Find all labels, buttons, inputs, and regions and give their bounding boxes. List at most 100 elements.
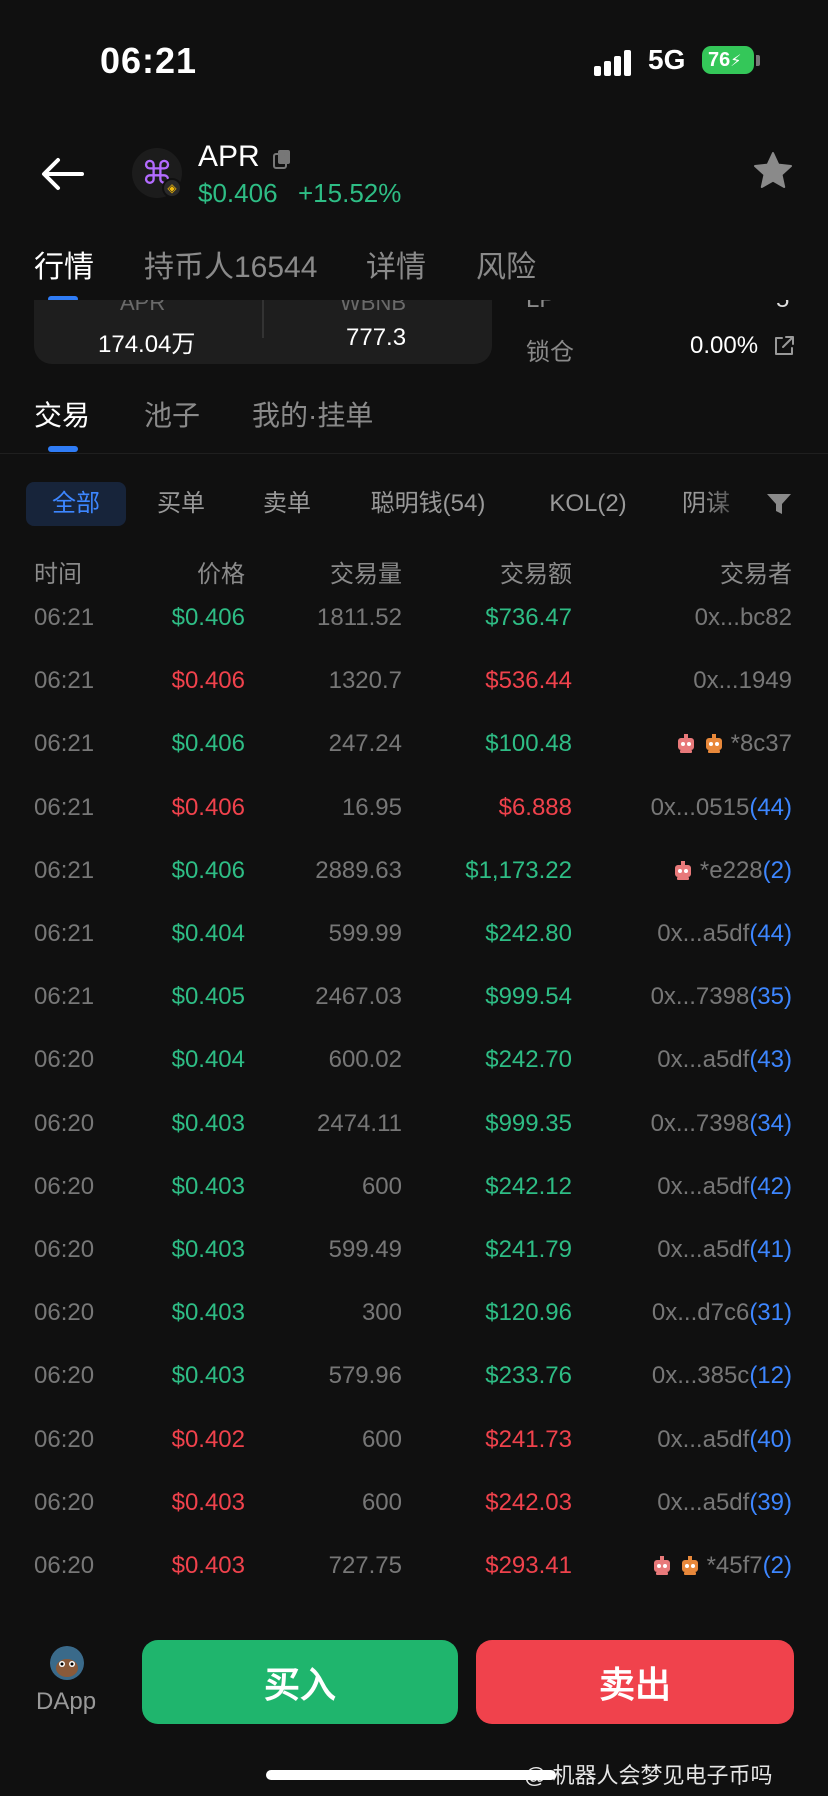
table-row[interactable]: 06:21 $0.406 1320.7 $536.44 0x...1949 [0,655,828,718]
table-row[interactable]: 06:20 $0.402 600 $241.73 0x...a5df (40) [0,1414,828,1477]
trade-time: 06:21 [34,856,95,884]
trader-trade-count: (39) [749,1488,792,1516]
trade-trader[interactable]: 0x...a5df (42) [657,1173,792,1201]
table-row[interactable]: 06:21 $0.406 2889.63 $1,173.22 *e228 (2) [0,845,828,908]
tab-trades[interactable]: 交易 [34,394,90,434]
table-row[interactable]: 06:21 $0.404 599.99 $242.80 0x...a5df (44) [0,908,828,971]
back-arrow-icon[interactable] [38,154,86,194]
col-volume: 交易量 [330,561,402,588]
dapp-label[interactable]: DApp [36,1688,96,1716]
trade-price: $0.404 [171,1046,245,1074]
trade-volume: 1811.52 [317,604,402,631]
trade-filter-bar: 全部 买单 卖单 聪明钱(54) KOL(2) 阴谋 [0,480,828,528]
battery-icon: 76⚡ [702,46,754,74]
trader-address: 0x...bc82 [694,604,792,631]
trade-volume: 2889.63 [315,856,402,884]
trade-volume: 600 [361,1488,402,1516]
table-row[interactable]: 06:20 $0.403 600 $242.12 0x...a5df (42) [0,1161,828,1224]
trade-time: 06:20 [34,1109,95,1137]
tab-pools[interactable]: 池子 [144,394,200,434]
status-time: 06:21 [100,40,198,81]
trade-trader[interactable]: 0x...1949 [693,667,792,695]
tab-details[interactable]: 详情 [366,242,426,286]
trade-trader[interactable]: 0x...a5df (40) [657,1426,792,1454]
table-row[interactable]: 06:20 $0.403 579.96 $233.76 0x...385c (12) [0,1350,828,1413]
table-row[interactable]: 06:21 $0.406 16.95 $6.888 0x...0515 (44) [0,782,828,845]
reserve-left-value: 174.04万 [98,331,196,358]
trade-trader[interactable]: 0x...0515 (44) [651,794,792,822]
trade-volume: 599.49 [328,1236,402,1263]
trade-price: $0.404 [171,920,245,947]
trade-time: 06:21 [34,920,95,947]
trade-trader[interactable]: 0x...7398 (34) [651,1110,792,1138]
trade-trader[interactable]: 0x...385c (12) [652,1362,792,1390]
bot-icon [651,1555,673,1577]
reserve-right-label: WBNB [340,300,406,315]
filter-smart-money[interactable]: 聪明钱(54) [360,482,496,526]
favorite-star-icon[interactable] [752,150,794,192]
trade-volume: 247.24 [328,730,402,758]
table-row[interactable]: 06:20 $0.403 599.49 $241.79 0x...a5df (41) [0,1224,828,1287]
trader-address: *e228 [699,856,763,884]
tab-risk[interactable]: 风险 [476,242,536,286]
table-row[interactable]: 06:20 $0.404 600.02 $242.70 0x...a5df (43) [0,1034,828,1097]
filter-funnel-icon[interactable] [766,492,792,516]
charging-icon: ⚡ [730,53,742,70]
filter-buy[interactable]: 买单 [146,482,216,526]
battery-tip [756,55,760,66]
signal-icon [594,48,638,76]
trade-trader[interactable]: 0x...bc82 [695,604,792,632]
dapp-icon[interactable] [50,1646,84,1680]
trade-amount: $293.41 [485,1552,572,1579]
trade-trader[interactable]: *8c37 [675,730,792,758]
table-row[interactable]: 06:21 $0.406 247.24 $100.48 *8c37 [0,718,828,781]
bot-icon [679,1555,701,1577]
trade-trader[interactable]: 0x...7398 (35) [651,983,792,1011]
trade-trader[interactable]: 0x...a5df (44) [657,920,792,948]
filter-sell[interactable]: 卖单 [252,482,322,526]
trade-time: 06:21 [34,983,95,1011]
trade-trader[interactable]: 0x...a5df (41) [657,1236,792,1264]
reserve-left-label: APR [120,300,166,315]
trade-volume: 16.95 [341,793,402,821]
buy-button[interactable]: 买入 [142,1640,458,1724]
trade-volume: 600.02 [328,1046,402,1074]
trader-address: *8c37 [730,730,792,758]
table-row[interactable]: 06:20 $0.403 727.75 $293.41 *45f7 (2) [0,1540,828,1603]
table-row[interactable]: 06:21 $0.406 1811.52 $736.47 0x...bc82 [0,592,828,655]
trade-trader[interactable]: 0x...a5df (39) [657,1489,792,1517]
trade-price: $0.403 [171,1109,245,1137]
trade-trader[interactable]: *45f7 (2) [651,1552,792,1580]
filter-all[interactable]: 全部 [26,482,126,526]
trade-amount: $736.47 [485,604,572,631]
lock-value: 0.00% [690,332,759,359]
bnb-chain-icon: ◈ [162,178,182,198]
trade-trader[interactable]: 0x...d7c6 (31) [652,1299,792,1327]
home-indicator[interactable] [266,1770,556,1780]
table-row[interactable]: 06:20 $0.403 300 $120.96 0x...d7c6 (31) [0,1287,828,1350]
trade-amount: $1,173.22 [465,856,572,884]
bottom-action-bar: DApp 买入 卖出 @ 机器人会梦见电子币吗 [0,1630,828,1796]
tab-my-orders[interactable]: 我的·挂单 [252,394,373,434]
trader-trade-count: (2) [762,1552,792,1579]
sub-tabs: 交易 池子 我的·挂单 [0,380,828,454]
table-row[interactable]: 06:20 $0.403 2474.11 $999.35 0x...7398 (34) [0,1098,828,1161]
external-link-icon[interactable] [772,334,796,358]
sell-button[interactable]: 卖出 [476,1640,794,1724]
trade-price: $0.403 [171,1552,245,1579]
table-row[interactable]: 06:20 $0.403 600 $242.03 0x...a5df (39) [0,1477,828,1540]
trade-amount: $999.35 [485,1109,572,1137]
trade-volume: 2467.03 [315,983,402,1011]
filter-kol[interactable]: KOL(2) [540,482,636,526]
trade-amount: $242.03 [485,1488,572,1516]
trade-trader[interactable]: *e228 (2) [672,857,792,885]
trade-time: 06:20 [34,1552,95,1579]
tab-holders[interactable]: 持币人16544 [144,242,317,286]
tab-market[interactable]: 行情 [34,242,94,286]
trader-address: 0x...a5df [657,1172,750,1200]
lock-label: 锁仓 [526,339,574,366]
table-row[interactable]: 06:21 $0.405 2467.03 $999.54 0x...7398 (35) [0,971,828,1034]
copy-icon[interactable] [272,148,292,170]
reserve-card: APR WBNB 174.04万 777.3 [34,300,492,364]
trade-trader[interactable]: 0x...a5df (43) [657,1046,792,1074]
